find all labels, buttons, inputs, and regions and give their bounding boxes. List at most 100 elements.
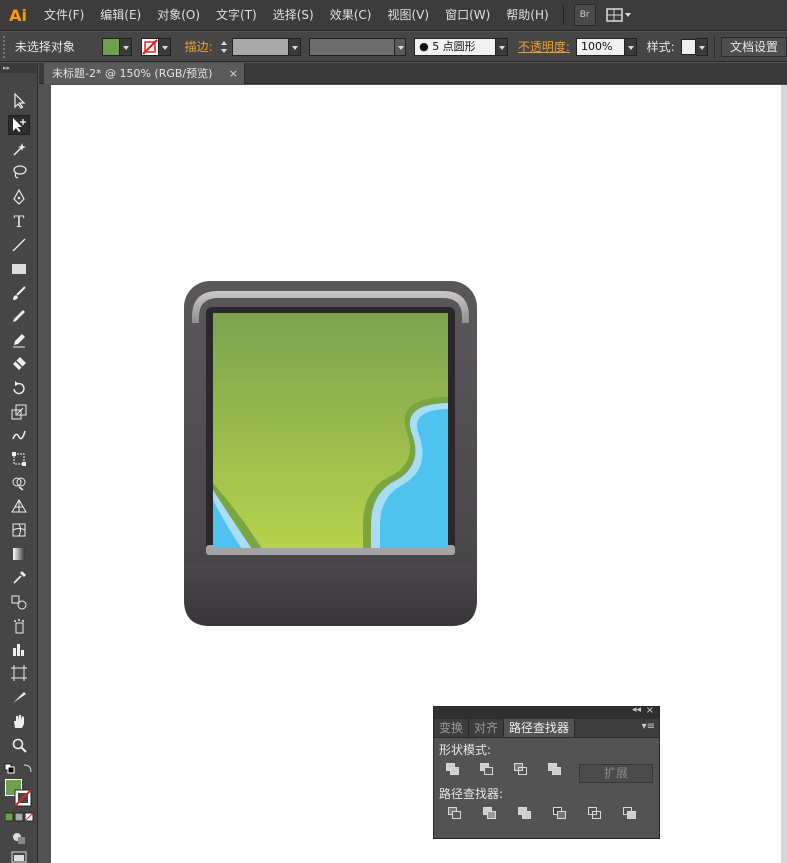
unite-icon[interactable] — [445, 762, 461, 776]
panel-titlebar[interactable]: ◂◂ × — [434, 705, 659, 719]
magic-wand-tool-icon[interactable] — [8, 139, 30, 159]
menu-object[interactable]: 对象(O) — [149, 0, 208, 31]
menu-select[interactable]: 选择(S) — [265, 0, 322, 31]
vertical-scrollbar[interactable] — [781, 85, 787, 863]
app-logo: Ai — [9, 5, 27, 25]
opacity-label[interactable]: 不透明度: — [512, 38, 576, 55]
crop-icon[interactable] — [552, 806, 568, 820]
panel-menu-icon[interactable]: ▾≡ — [642, 721, 655, 732]
divide-icon[interactable] — [447, 806, 463, 820]
column-graph-tool-icon[interactable] — [8, 639, 30, 659]
shape-builder-tool-icon[interactable] — [8, 473, 30, 493]
gradient-tool-icon[interactable] — [8, 544, 30, 564]
document-tab-bar: 未标题-2* @ 150% (RGB/预览) × — [39, 63, 787, 84]
variable-width-dropdown[interactable] — [394, 37, 407, 56]
artboard[interactable] — [51, 85, 781, 863]
lasso-tool-icon[interactable] — [8, 162, 30, 182]
stroke-weight-stepper[interactable] — [219, 38, 229, 56]
tab-pathfinder[interactable]: 路径查找器 — [504, 719, 576, 737]
selection-tool-icon[interactable] — [8, 91, 30, 111]
pathfinder-panel: ◂◂ × 变换 对齐 路径查找器 ▾≡ 形状模式: 扩展 路径查找器: — [433, 705, 660, 839]
menu-window[interactable]: 窗口(W) — [437, 0, 498, 31]
tools-panel-collapse[interactable]: ▸▸ — [0, 63, 37, 73]
arrange-documents-icon — [605, 8, 631, 22]
merge-icon[interactable] — [517, 806, 533, 820]
menu-type[interactable]: 文字(T) — [208, 0, 265, 31]
direct-selection-tool-icon[interactable] — [8, 115, 30, 135]
selection-status: 未选择对象 — [14, 40, 75, 54]
scale-tool-icon[interactable] — [8, 402, 30, 422]
exclude-icon[interactable] — [547, 762, 563, 776]
opacity-dropdown[interactable] — [624, 37, 637, 56]
panel-tabs: 变换 对齐 路径查找器 ▾≡ — [434, 719, 659, 738]
tab-transform[interactable]: 变换 — [434, 719, 470, 737]
menu-edit[interactable]: 编辑(E) — [92, 0, 149, 31]
screen-mode-icon[interactable] — [11, 851, 27, 863]
shape-modes-label: 形状模式: — [439, 743, 492, 757]
zoom-tool-icon[interactable] — [8, 735, 30, 755]
outline-icon[interactable] — [587, 806, 603, 820]
symbol-sprayer-tool-icon[interactable] — [8, 616, 30, 636]
collapse-panel-icon[interactable]: ◂◂ — [632, 705, 641, 715]
variable-width-profile[interactable] — [308, 37, 395, 56]
free-transform-tool-icon[interactable] — [8, 449, 30, 469]
document-setup-button[interactable]: 文档设置 — [721, 36, 787, 57]
brush-definition-field[interactable]: ● 5 点圆形 — [414, 37, 497, 56]
pathfinders-row — [434, 800, 659, 826]
fill-swatch[interactable] — [102, 37, 120, 56]
stroke-weight-field[interactable] — [232, 37, 290, 56]
minus-back-icon[interactable] — [622, 806, 638, 820]
landscape-image — [213, 313, 448, 548]
menu-help[interactable]: 帮助(H) — [498, 0, 556, 31]
document-tab[interactable]: 未标题-2* @ 150% (RGB/预览) × — [44, 63, 245, 84]
drawing-mode-icon[interactable] — [11, 831, 27, 845]
pencil-tool-icon[interactable] — [8, 306, 30, 326]
eraser-tool-icon[interactable] — [8, 353, 30, 373]
artboard-tool-icon[interactable] — [8, 663, 30, 683]
pen-tool-icon[interactable] — [8, 187, 30, 207]
stroke-none-swatch[interactable] — [14, 789, 32, 807]
tab-align[interactable]: 对齐 — [469, 719, 505, 737]
menu-effect[interactable]: 效果(C) — [322, 0, 380, 31]
close-panel-icon[interactable]: × — [646, 705, 654, 716]
canvas-area[interactable]: ◂◂ × 变换 对齐 路径查找器 ▾≡ 形状模式: 扩展 路径查找器: — [39, 85, 787, 863]
mesh-tool-icon[interactable] — [8, 520, 30, 540]
default-colors-icon[interactable] — [4, 763, 34, 775]
close-tab-icon[interactable]: × — [229, 63, 238, 84]
warp-tool-icon[interactable] — [8, 425, 30, 445]
blend-tool-icon[interactable] — [8, 592, 30, 612]
rectangle-tool-icon[interactable] — [8, 259, 30, 279]
type-tool-icon[interactable]: T — [8, 211, 30, 231]
stroke-weight-dropdown[interactable] — [289, 37, 301, 56]
bridge-button[interactable]: Br — [573, 4, 596, 26]
intersect-icon[interactable] — [513, 762, 529, 776]
stroke-label[interactable]: 描边: — [179, 38, 219, 55]
fill-dropdown[interactable] — [120, 37, 132, 56]
eyedropper-tool-icon[interactable] — [8, 568, 30, 588]
menu-view[interactable]: 视图(V) — [379, 0, 437, 31]
perspective-grid-tool-icon[interactable] — [8, 496, 30, 516]
style-label: 样式: — [646, 40, 675, 54]
graphic-style-swatch[interactable] — [680, 38, 697, 55]
frame-bottom-band — [184, 565, 477, 626]
paintbrush-tool-icon[interactable] — [8, 283, 30, 303]
tools-panel: ▸▸ T — [0, 63, 38, 863]
opacity-field[interactable]: 100% — [575, 37, 625, 56]
arrange-documents-button[interactable] — [604, 4, 634, 26]
expand-button[interactable]: 扩展 — [579, 764, 653, 783]
color-mode-buttons[interactable] — [5, 812, 35, 822]
minus-front-icon[interactable] — [479, 762, 495, 776]
hand-tool-icon[interactable] — [8, 711, 30, 731]
menu-bar: Ai 文件(F) 编辑(E) 对象(O) 文字(T) 选择(S) 效果(C) 视… — [0, 0, 787, 31]
slice-tool-icon[interactable] — [8, 687, 30, 707]
rotate-tool-icon[interactable] — [8, 378, 30, 398]
control-bar: 未选择对象 描边: ● 5 点圆形 不透明度: 100% 样式: 文档设置 — [0, 32, 787, 62]
graphic-style-dropdown[interactable] — [696, 37, 709, 56]
trim-icon[interactable] — [482, 806, 498, 820]
stroke-swatch[interactable] — [141, 37, 160, 56]
blob-brush-tool-icon[interactable] — [8, 330, 30, 350]
stroke-dropdown[interactable] — [159, 37, 171, 56]
menu-file[interactable]: 文件(F) — [36, 0, 92, 31]
brush-dropdown[interactable] — [496, 37, 508, 56]
line-tool-icon[interactable] — [8, 235, 30, 255]
